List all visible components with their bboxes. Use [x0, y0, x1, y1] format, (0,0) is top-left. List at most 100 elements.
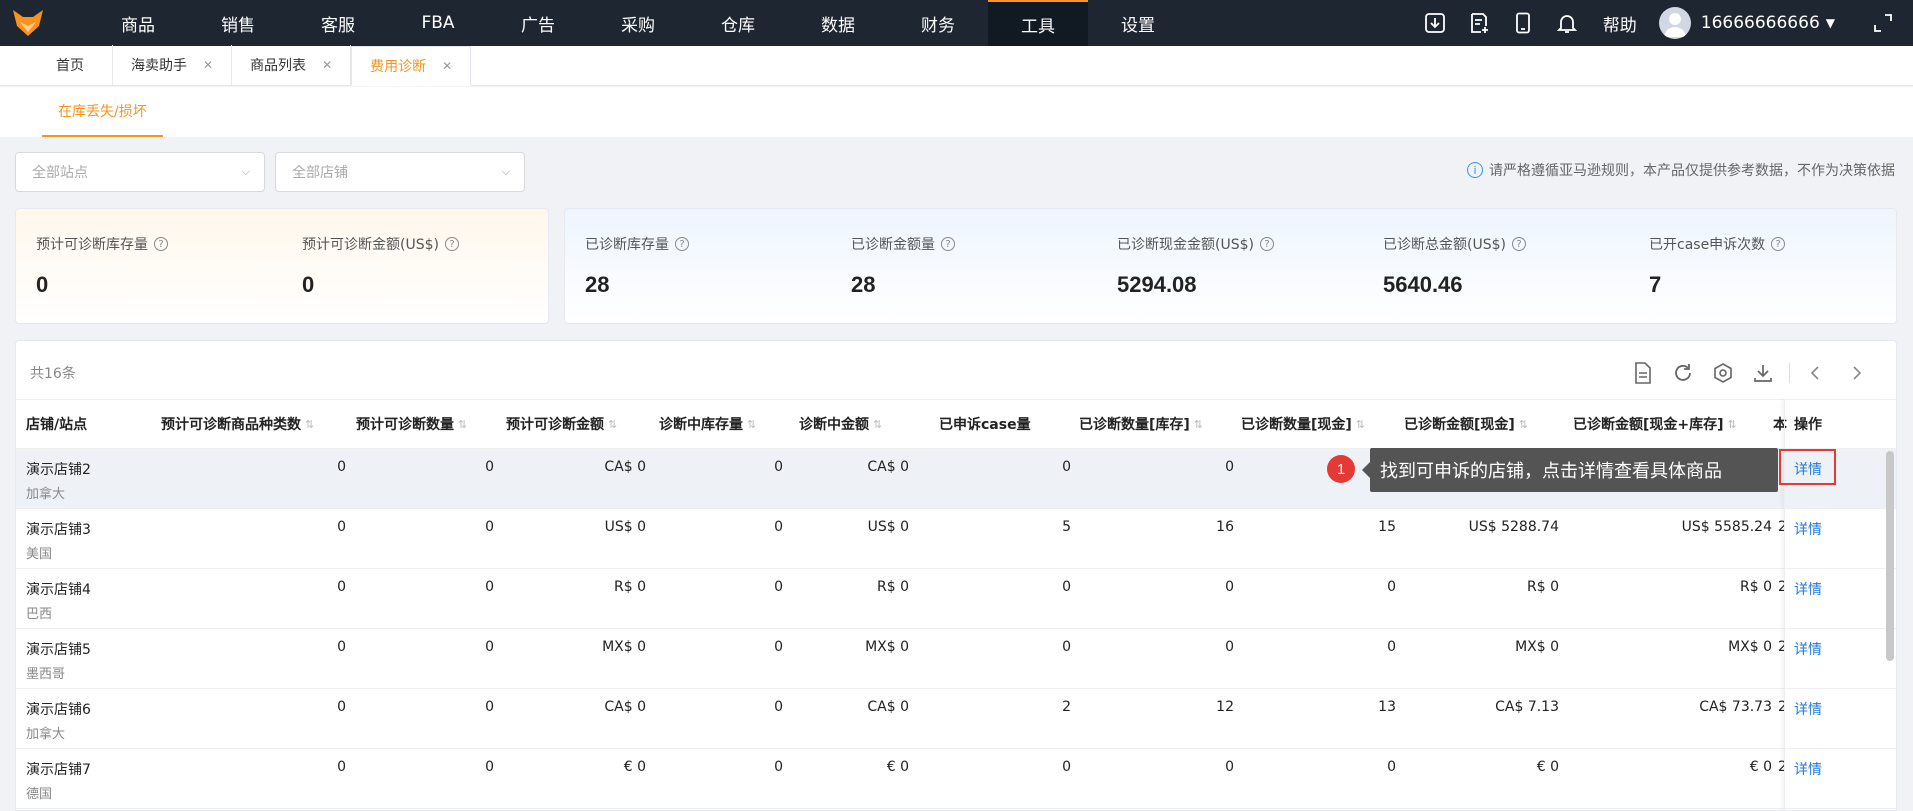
guide-tooltip-text: 找到可申诉的店铺，点击详情查看具体商品	[1380, 461, 1722, 482]
nav-item-purchase[interactable]: 采购	[588, 0, 688, 46]
table-cell: 0	[1225, 759, 1234, 775]
sort-icon[interactable]: ⇅	[458, 418, 467, 431]
nav-item-data[interactable]: 数据	[788, 0, 888, 46]
col-diagnosed-amount-cash[interactable]: 已诊断金额[现金] ⇅	[1404, 400, 1528, 448]
sort-icon[interactable]: ⇅	[608, 418, 617, 431]
shop-select[interactable]: 全部店铺 ⌵	[275, 152, 525, 192]
info-icon: i	[1467, 162, 1483, 178]
vertical-scrollbar[interactable]	[1886, 451, 1894, 661]
table-cell: R$ 0	[877, 579, 909, 595]
table-cell: € 0	[1536, 759, 1559, 775]
chevron-down-icon[interactable]: ▼	[1826, 16, 1835, 30]
shop-site-cell: 演示店铺3 美国	[26, 519, 91, 562]
help-icon[interactable]: ?	[154, 237, 168, 251]
export-file-icon[interactable]	[1623, 357, 1663, 389]
mobile-icon[interactable]	[1501, 0, 1545, 46]
table-cell: US$ 5585.24	[1681, 519, 1772, 535]
subtab-inventory-lost-damaged[interactable]: 在库丢失/损坏	[42, 87, 163, 137]
top-nav: 商品 销售 客服 FBA 广告 采购 仓库 数据 财务 工具 设置 帮助 166…	[0, 0, 1913, 46]
nav-item-finance[interactable]: 财务	[888, 0, 988, 46]
add-document-icon[interactable]	[1457, 0, 1501, 46]
shop-select-placeholder: 全部店铺	[292, 165, 348, 181]
tab-label: 费用诊断	[370, 59, 427, 75]
nav-item-settings[interactable]: 设置	[1088, 0, 1188, 46]
shop-site-cell: 演示店铺5 墨西哥	[26, 639, 91, 682]
nav-item-ads[interactable]: 广告	[488, 0, 588, 46]
sort-icon[interactable]: ⇅	[1728, 418, 1737, 431]
close-icon[interactable]: ✕	[322, 58, 332, 72]
col-diagnosed-qty-inventory[interactable]: 已诊断数量[库存] ⇅	[1079, 400, 1203, 448]
table-row: 演示店铺5 墨西哥 0 0 MX$ 0 0 MX$ 0 0 0 0 MX$ 0 MX$ 0 2 详情	[16, 629, 1896, 689]
chevron-right-icon[interactable]	[1836, 357, 1876, 389]
col-label: 已诊断数量[库存]	[1079, 417, 1190, 433]
sort-icon[interactable]: ⇅	[747, 418, 756, 431]
notice: i 请严格遵循亚马逊规则，本产品仅提供参考数据，不作为决策依据	[1467, 160, 1895, 180]
col-diagnosing-inventory[interactable]: 诊断中库存量 ⇅	[659, 400, 756, 448]
logo[interactable]	[0, 0, 56, 46]
tab-bar: 首页 海卖助手 ✕ 商品列表 ✕ 费用诊断 ✕	[0, 45, 1913, 86]
help-icon[interactable]: ?	[1771, 237, 1786, 251]
sort-icon[interactable]: ⇅	[305, 418, 314, 431]
col-est-product-types[interactable]: 预计可诊断商品种类数 ⇅	[161, 400, 314, 448]
site-name: 加拿大	[26, 487, 66, 502]
fullscreen-icon[interactable]	[1861, 0, 1905, 46]
stat-value: 0	[36, 272, 49, 297]
help-icon[interactable]: ?	[941, 237, 955, 251]
nav-item-service[interactable]: 客服	[288, 0, 388, 46]
download-icon[interactable]	[1413, 0, 1457, 46]
col-shop-site: 店铺/站点	[26, 400, 87, 448]
table-cell: 0	[1062, 759, 1071, 775]
sort-icon[interactable]: ⇅	[873, 418, 882, 431]
help-icon[interactable]: ?	[675, 237, 689, 251]
help-icon[interactable]: ?	[444, 237, 459, 251]
stat-label: 已诊断库存量	[585, 237, 669, 253]
chevron-left-icon[interactable]	[1796, 357, 1836, 389]
download-icon[interactable]	[1743, 357, 1783, 389]
table-cell: CA$ 0	[867, 699, 909, 715]
sort-icon[interactable]: ⇅	[1194, 418, 1203, 431]
nav-item-warehouse[interactable]: 仓库	[688, 0, 788, 46]
table-cell: € 0	[623, 759, 646, 775]
close-icon[interactable]: ✕	[442, 59, 452, 73]
tab-fee-diagnosis[interactable]: 费用诊断 ✕	[351, 46, 472, 86]
col-diagnosed-qty-cash[interactable]: 已诊断数量[现金] ⇅	[1241, 400, 1365, 448]
col-est-qty[interactable]: 预计可诊断数量 ⇅	[356, 400, 467, 448]
settings-hex-icon[interactable]	[1703, 357, 1743, 389]
nav-item-products[interactable]: 商品	[88, 0, 188, 46]
table-row: 演示店铺6 加拿大 0 0 CA$ 0 0 CA$ 0 2 12 13 CA$ 7.13 CA$ 73…	[16, 689, 1896, 749]
col-diagnosing-amount[interactable]: 诊断中金额 ⇅	[799, 400, 882, 448]
bell-icon[interactable]	[1545, 0, 1589, 46]
table-cell: 0	[485, 699, 494, 715]
table-cell: 0	[774, 579, 783, 595]
sort-icon[interactable]: ⇅	[1519, 418, 1528, 431]
tab-label: 海卖助手	[131, 58, 187, 74]
chevron-down-icon: ⌵	[241, 165, 250, 178]
stat-label: 已诊断金额量	[851, 237, 935, 253]
tab-haimai-assistant[interactable]: 海卖助手 ✕	[113, 45, 233, 85]
table-cell: R$ 0	[1740, 579, 1772, 595]
nav-item-sales[interactable]: 销售	[188, 0, 288, 46]
col-label: 预计可诊断金额	[506, 417, 604, 433]
nav-item-tools[interactable]: 工具	[988, 0, 1088, 46]
table-cell: 0	[1387, 579, 1396, 595]
refresh-icon[interactable]	[1663, 357, 1703, 389]
nav-item-fba[interactable]: FBA	[388, 0, 488, 46]
help-icon[interactable]: ?	[1259, 237, 1274, 251]
table-cell: 0	[485, 579, 494, 595]
col-label: 已申诉case量	[939, 417, 1031, 433]
close-icon[interactable]: ✕	[203, 58, 213, 72]
help-link[interactable]: 帮助	[1603, 11, 1637, 36]
col-est-amount[interactable]: 预计可诊断金额 ⇅	[506, 400, 617, 448]
help-icon[interactable]: ?	[1511, 237, 1526, 251]
table-row: 演示店铺4 巴西 0 0 R$ 0 0 R$ 0 0 0 0 R$ 0 R$ 0 2 详情	[16, 569, 1896, 629]
site-select[interactable]: 全部站点 ⌵	[15, 152, 265, 192]
site-select-placeholder: 全部站点	[32, 165, 88, 181]
avatar[interactable]	[1658, 7, 1691, 39]
tab-product-list[interactable]: 商品列表 ✕	[232, 45, 352, 85]
table-cell: CA$ 0	[604, 459, 646, 475]
sort-icon[interactable]: ⇅	[1356, 418, 1365, 431]
tab-home[interactable]: 首页	[16, 45, 113, 85]
shop-name: 演示店铺5	[26, 642, 91, 658]
col-diagnosed-amount-total[interactable]: 已诊断金额[现金+库存] ⇅	[1573, 400, 1737, 448]
user-name[interactable]: 16666666666	[1701, 13, 1820, 33]
